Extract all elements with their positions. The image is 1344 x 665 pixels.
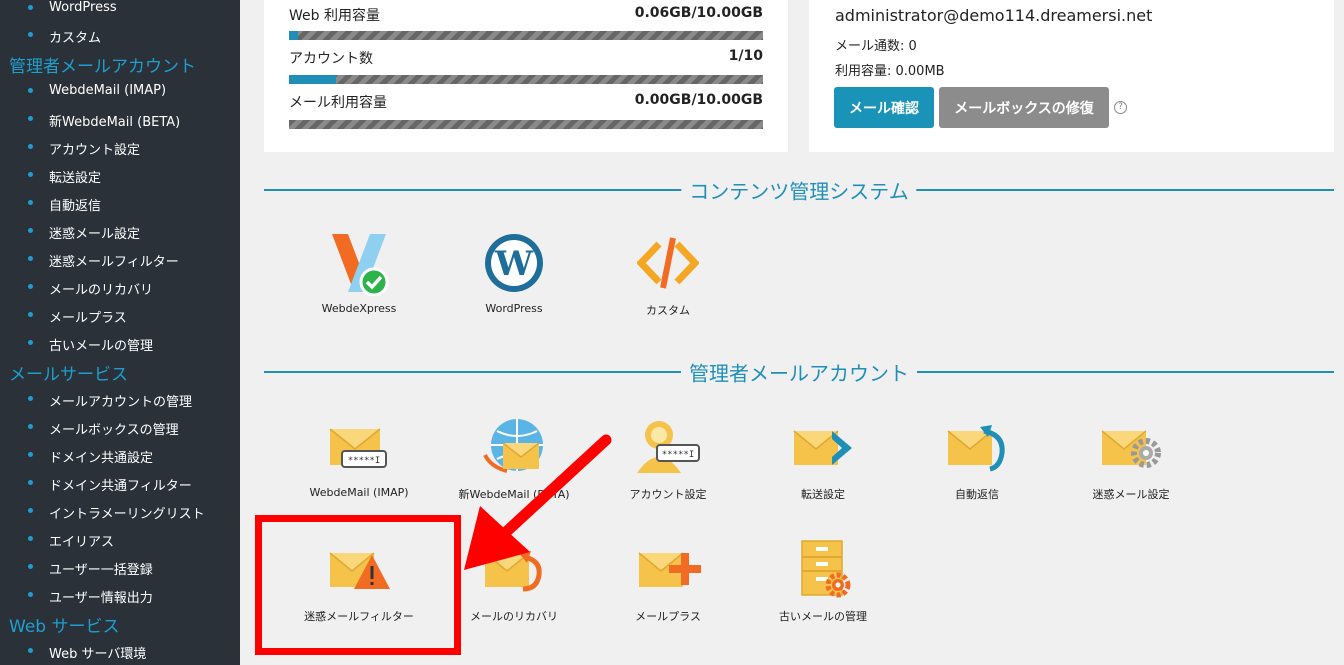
tile-label: カスタム (646, 304, 690, 317)
tile-webdexpress[interactable]: WebdeXpress (284, 228, 434, 315)
wordpress-icon: W (439, 228, 589, 298)
sidebar-section-admin-mail[interactable]: 管理者メールアカウント (9, 52, 196, 77)
sidebar-item-mailboxes[interactable]: メールボックスの管理 (28, 419, 179, 438)
tile-label: メールプラス (635, 610, 701, 623)
sidebar-item-domain-filter[interactable]: ドメイン共通フィルター (28, 475, 192, 494)
tile-label: 自動返信 (955, 488, 999, 501)
web-usage-value: 0.06GB/10.00GB (634, 5, 763, 21)
tile-label: メールのリカバリ (470, 610, 558, 623)
mail-reply-icon (902, 412, 1052, 482)
section-title-admin-mail-text: 管理者メールアカウント (681, 357, 917, 387)
sidebar-item-bulk-register[interactable]: ユーザー一括登録 (28, 559, 153, 578)
sidebar-item-spam-settings[interactable]: 迷惑メール設定 (27, 223, 140, 242)
tile-label: WebdeMail (IMAP) (309, 486, 409, 499)
web-usage-bar (289, 31, 763, 40)
sidebar-item-auto-reply[interactable]: 自動返信 (27, 195, 101, 214)
mail-password-icon: *****I (284, 412, 434, 482)
mail-usage-bar (289, 120, 763, 129)
tile-label: WebdeXpress (321, 302, 397, 315)
red-arrow-icon (464, 434, 612, 570)
tile-wordpress[interactable]: W WordPress (439, 228, 589, 315)
section-title-cms: コンテンツ管理システム (264, 175, 1334, 205)
mail-usage-label: メール利用容量 (289, 95, 387, 111)
sidebar-item-web-server[interactable]: Web サーバ環境 (27, 643, 146, 662)
account-count-bar (289, 75, 763, 84)
mail-panel: administrator@demo114.dreamersi.net メール通… (809, 0, 1334, 152)
mail-usage-value: 0.00GB/10.00GB (634, 92, 763, 108)
tile-label: 迷惑メール設定 (1092, 488, 1170, 501)
sidebar-item-user-export[interactable]: ユーザー情報出力 (28, 587, 153, 606)
webdexpress-icon (284, 228, 434, 298)
tile-custom[interactable]: カスタム (593, 228, 743, 318)
sidebar-item-spam-filter[interactable]: 迷惑メールフィルター (28, 251, 179, 270)
sidebar-section-web-service[interactable]: Web サービス (9, 612, 119, 637)
mail-gear-icon (1056, 412, 1206, 482)
sidebar-item-mail-accounts[interactable]: メールアカウントの管理 (27, 391, 192, 410)
sidebar-section-mail-service[interactable]: メールサービス (9, 360, 128, 385)
account-count-value: 1/10 (728, 48, 763, 64)
section-title-admin-mail: 管理者メールアカウント (264, 357, 1334, 387)
sidebar-item-old-mail[interactable]: 古いメールの管理 (27, 335, 153, 354)
mail-forward-icon (748, 412, 898, 482)
check-mail-button[interactable]: メール確認 (834, 87, 934, 128)
usage-panel: Web 利用容量 0.06GB/10.00GB アカウント数 1/10 メール利… (264, 0, 788, 152)
sidebar-item-alias[interactable]: エイリアス (27, 531, 114, 550)
sidebar-item-mailing-list[interactable]: イントラメーリングリスト (28, 503, 205, 522)
mail-usage: 利用容量: 0.00MB (835, 64, 945, 79)
tile-webdemail-imap[interactable]: *****I WebdeMail (IMAP) (284, 412, 434, 499)
highlight-box (255, 515, 461, 655)
web-usage-label: Web 利用容量 (289, 8, 380, 24)
sidebar-item-forwarding[interactable]: 転送設定 (27, 167, 101, 186)
repair-mailbox-button[interactable]: メールボックスの修復 (939, 87, 1109, 128)
svg-text:*****I: *****I (662, 450, 695, 460)
sidebar-item-new-webdemail[interactable]: 新WebdeMail (BETA) (27, 111, 180, 130)
tile-old-mail[interactable]: 古いメールの管理 (748, 534, 898, 624)
sidebar-item-account-settings[interactable]: アカウント設定 (27, 139, 140, 158)
tile-forwarding[interactable]: 転送設定 (748, 412, 898, 502)
tile-label: 古いメールの管理 (779, 610, 867, 623)
sidebar-item-mail-recovery[interactable]: メールのリカバリ (27, 279, 153, 298)
code-icon (593, 228, 743, 298)
svg-text:W: W (494, 244, 534, 284)
svg-text:*****I: *****I (348, 456, 381, 466)
tile-auto-reply[interactable]: 自動返信 (902, 412, 1052, 502)
sidebar-item-custom[interactable]: カスタム (27, 27, 101, 46)
tile-label: WordPress (485, 302, 543, 315)
mail-address: administrator@demo114.dreamersi.net (835, 6, 1153, 25)
archive-gear-icon (748, 534, 898, 604)
account-count-label: アカウント数 (289, 51, 373, 67)
sidebar-item-wordpress[interactable]: WordPress (28, 0, 117, 15)
sidebar-item-domain-settings[interactable]: ドメイン共通設定 (27, 447, 153, 466)
sidebar-item-webdemail-imap[interactable]: WebdeMail (IMAP) (27, 83, 166, 98)
section-title-cms-text: コンテンツ管理システム (681, 175, 917, 205)
tile-spam-settings[interactable]: 迷惑メール設定 (1056, 412, 1206, 502)
tile-label: 転送設定 (801, 488, 845, 501)
sidebar: WordPress カスタム 管理者メールアカウント WebdeMail (IM… (0, 0, 240, 665)
sidebar-item-mail-plus[interactable]: メールプラス (28, 307, 127, 326)
help-icon[interactable]: ? (1114, 101, 1127, 114)
mail-count: メール通数: 0 (835, 39, 917, 54)
